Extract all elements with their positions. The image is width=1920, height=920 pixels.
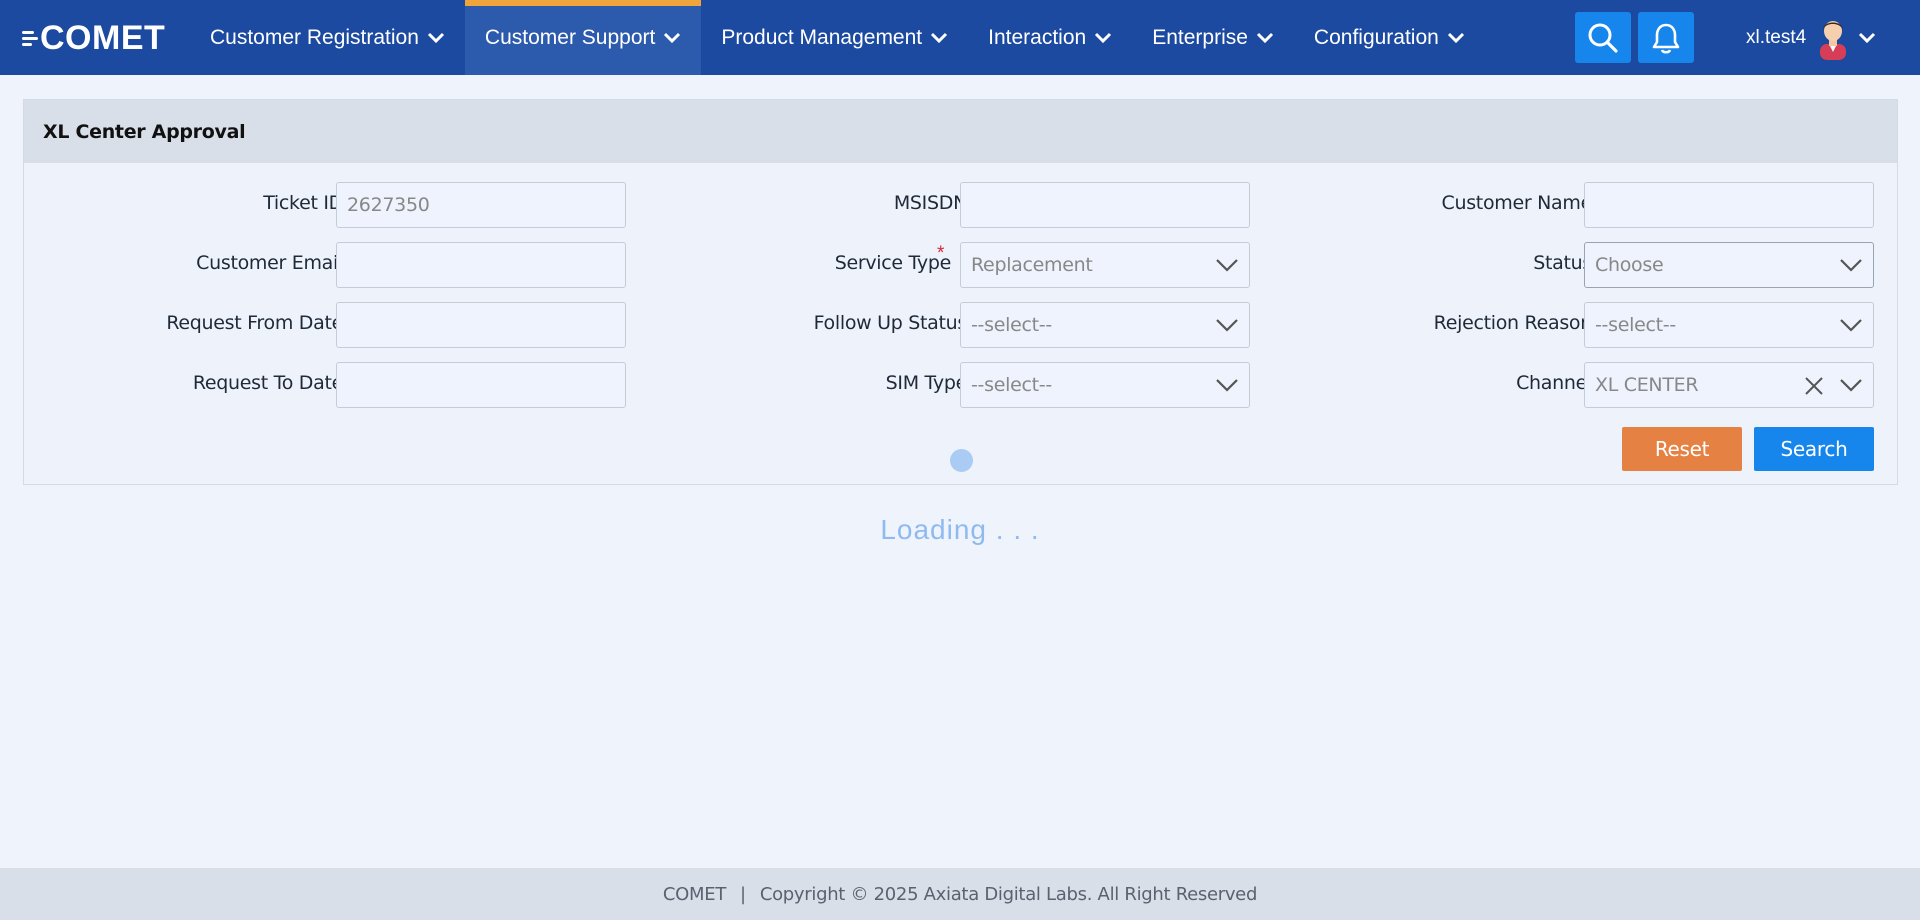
search-button[interactable]: Search [1754, 427, 1874, 471]
ticket-id-value: 2627350 [347, 194, 430, 216]
avatar [1820, 20, 1847, 60]
nav-customer-registration[interactable]: Customer Registration [190, 0, 465, 75]
chevron-down-icon [1216, 379, 1238, 392]
nav-label: Interaction [988, 25, 1087, 49]
channel-label: Channel [1516, 372, 1592, 394]
status-select[interactable]: Choose [1584, 242, 1874, 288]
user-menu[interactable]: xl.test4 [1746, 0, 1876, 75]
customer-email-input[interactable] [336, 242, 626, 288]
nav-customer-support[interactable]: Customer Support [464, 0, 702, 75]
comet-logo[interactable]: COMET [22, 18, 166, 57]
nav-configuration[interactable]: Configuration [1294, 0, 1485, 75]
nav-interaction[interactable]: Interaction [968, 0, 1132, 75]
footer-copyright: Copyright © 2025 Axiata Digital Labs. Al… [759, 883, 1258, 905]
chevron-down-icon [1840, 379, 1862, 392]
footer-separator: | [740, 883, 746, 905]
nav-label: Customer Registration [210, 25, 419, 49]
notifications-button[interactable] [1638, 12, 1694, 63]
username: xl.test4 [1746, 26, 1807, 48]
ticket-id-input[interactable]: 2627350 [336, 182, 626, 228]
rejection-reason-label: Rejection Reason [1433, 312, 1593, 334]
reset-button[interactable]: Reset [1622, 427, 1742, 471]
clear-icon[interactable] [1803, 375, 1825, 397]
service-type-value: Replacement [971, 254, 1093, 276]
footer: COMET | Copyright © 2025 Axiata Digital … [0, 868, 1920, 920]
ticket-id-label: Ticket ID [263, 192, 343, 214]
customer-name-input[interactable] [1584, 182, 1874, 228]
footer-brand: COMET [662, 883, 727, 905]
main-nav: Customer Registration Customer Support P… [190, 0, 1485, 75]
xl-center-approval-panel: XL Center Approval Ticket ID 2627350 MSI… [23, 99, 1898, 485]
request-from-date-label: Request From Date [166, 312, 343, 334]
rejection-reason-select[interactable]: --select-- [1584, 302, 1874, 348]
chevron-down-icon [1216, 319, 1238, 332]
nav-product-management[interactable]: Product Management [701, 0, 968, 75]
follow-up-status-select[interactable]: --select-- [960, 302, 1250, 348]
msisdn-label: MSISDN [893, 192, 967, 214]
loading-spinner [950, 449, 973, 472]
chevron-down-icon [1859, 32, 1876, 43]
request-to-date-input[interactable] [336, 362, 626, 408]
request-to-date-label: Request To Date [192, 372, 343, 394]
bell-icon [1652, 23, 1680, 54]
chevron-down-icon [1447, 32, 1464, 43]
customer-email-label: Customer Email [196, 252, 343, 274]
loading-text: Loading . . . [880, 514, 1040, 545]
sim-type-label: SIM Type [885, 372, 968, 394]
chevron-down-icon [1216, 259, 1238, 272]
customer-name-label: Customer Name [1441, 192, 1593, 214]
chevron-down-icon [931, 32, 948, 43]
nav-label: Customer Support [484, 25, 656, 49]
follow-up-status-value: --select-- [971, 314, 1052, 336]
panel-title: XL Center Approval [24, 100, 1897, 163]
chevron-down-icon [427, 32, 444, 43]
channel-select[interactable]: XL CENTER [1584, 362, 1874, 408]
nav-label: Product Management [721, 25, 923, 49]
logo-text: COMET [40, 18, 166, 57]
chevron-down-icon [1256, 32, 1273, 43]
search-icon [1588, 23, 1618, 53]
service-type-select[interactable]: Replacement [960, 242, 1250, 288]
sim-type-value: --select-- [971, 374, 1052, 396]
chevron-down-icon [1095, 32, 1112, 43]
global-search-button[interactable] [1575, 12, 1631, 63]
nav-enterprise[interactable]: Enterprise [1132, 0, 1294, 75]
status-value: Choose [1595, 254, 1664, 276]
chevron-down-icon [1840, 319, 1862, 332]
sim-type-select[interactable]: --select-- [960, 362, 1250, 408]
required-asterisk: * [937, 243, 945, 264]
nav-label: Configuration [1313, 25, 1439, 49]
follow-up-status-label: Follow Up Status [813, 312, 968, 334]
logo-speed-lines-icon [22, 30, 38, 46]
request-from-date-input[interactable] [336, 302, 626, 348]
chevron-down-icon [1840, 259, 1862, 272]
msisdn-input[interactable] [960, 182, 1250, 228]
nav-label: Enterprise [1152, 25, 1248, 49]
rejection-reason-value: --select-- [1595, 314, 1676, 336]
channel-value: XL CENTER [1595, 374, 1699, 396]
top-navbar: COMET Customer Registration Customer Sup… [0, 0, 1920, 75]
service-type-label: Service Type [834, 252, 952, 274]
chevron-down-icon [664, 32, 681, 43]
